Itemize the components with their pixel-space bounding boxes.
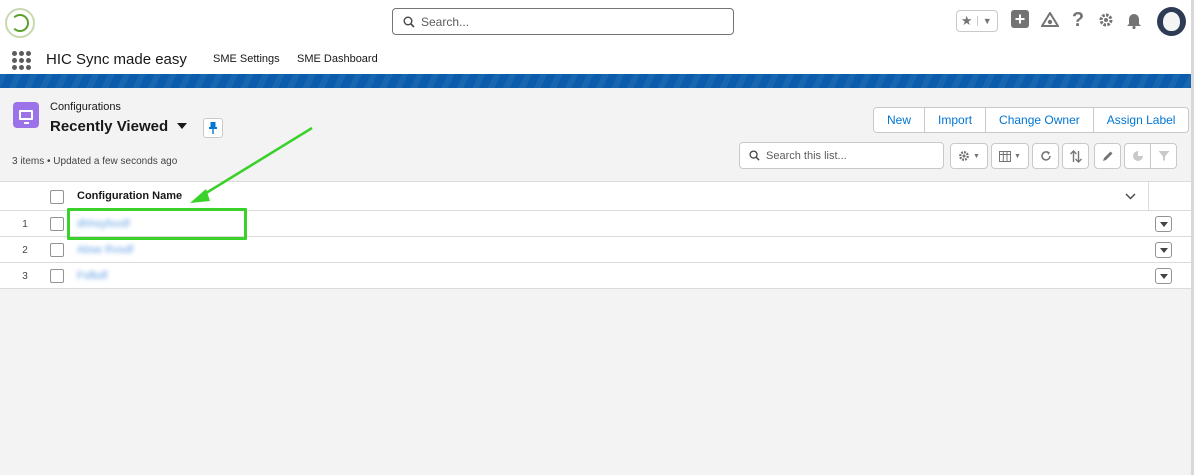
global-search-box[interactable]: Search... bbox=[392, 8, 734, 35]
chevron-down-icon: ▼ bbox=[976, 16, 998, 26]
list-meta-status: 3 items • Updated a few seconds ago bbox=[12, 156, 178, 167]
notifications-bell-icon[interactable] bbox=[1124, 10, 1144, 30]
global-search-placeholder: Search... bbox=[421, 14, 470, 29]
chevron-down-icon: ▼ bbox=[973, 152, 980, 160]
table-row: 3 Fsfbdf bbox=[0, 263, 1194, 289]
list-view-controls-button[interactable]: ▼ bbox=[950, 143, 988, 169]
annotation-highlight-box bbox=[67, 208, 247, 240]
row-checkbox[interactable] bbox=[50, 243, 64, 257]
search-icon bbox=[749, 150, 760, 161]
row-actions-button[interactable] bbox=[1155, 242, 1172, 258]
display-as-button[interactable]: ▼ bbox=[991, 143, 1029, 169]
object-label: Configurations bbox=[50, 101, 121, 113]
search-icon bbox=[403, 16, 415, 28]
list-search-input[interactable]: Search this list... bbox=[739, 142, 944, 169]
row-number: 1 bbox=[22, 219, 28, 230]
refresh-button[interactable] bbox=[1032, 143, 1059, 169]
edit-pencil-icon bbox=[1102, 151, 1112, 161]
table-icon bbox=[999, 150, 1012, 162]
filter-button[interactable] bbox=[1150, 143, 1177, 169]
charts-button[interactable] bbox=[1124, 143, 1151, 169]
row-actions-button[interactable] bbox=[1155, 268, 1172, 284]
table-row: 2 Abse Rvsdf bbox=[0, 237, 1194, 263]
avatar-image bbox=[1163, 12, 1180, 31]
add-icon[interactable] bbox=[1011, 10, 1029, 28]
assign-label-button[interactable]: Assign Label bbox=[1092, 108, 1189, 132]
list-search-placeholder: Search this list... bbox=[766, 149, 847, 162]
app-name: HIC Sync made easy bbox=[46, 51, 187, 68]
chevron-down-icon bbox=[1159, 247, 1168, 253]
trailhead-icon[interactable] bbox=[1040, 10, 1060, 30]
header-branding-stripe bbox=[0, 74, 1194, 88]
chevron-down-icon bbox=[1159, 273, 1168, 279]
new-button[interactable]: New bbox=[874, 108, 925, 132]
row-checkbox[interactable] bbox=[50, 269, 64, 283]
filter-icon bbox=[1158, 151, 1169, 161]
gear-icon bbox=[959, 151, 969, 161]
row-number: 2 bbox=[22, 245, 28, 256]
chevron-down-icon bbox=[1159, 221, 1168, 227]
chart-pie-icon bbox=[1132, 151, 1143, 161]
user-avatar[interactable] bbox=[1157, 7, 1186, 36]
app-navigation-bar: HIC Sync made easy SME Settings SME Dash… bbox=[0, 44, 1194, 74]
refresh-icon bbox=[1040, 151, 1051, 161]
import-button[interactable]: Import bbox=[924, 108, 986, 132]
company-logo[interactable] bbox=[5, 8, 35, 38]
column-divider bbox=[1148, 182, 1149, 211]
edit-list-button[interactable] bbox=[1094, 143, 1121, 169]
configuration-name-link[interactable]: Fsfbdf bbox=[77, 270, 108, 282]
row-actions-button[interactable] bbox=[1155, 216, 1172, 232]
nav-item-sme-dashboard[interactable]: SME Dashboard bbox=[297, 53, 378, 65]
nav-item-sme-settings[interactable]: SME Settings bbox=[213, 53, 280, 65]
sort-icon bbox=[1069, 149, 1082, 163]
setup-gear-icon[interactable] bbox=[1096, 10, 1116, 30]
change-owner-button[interactable]: Change Owner bbox=[985, 108, 1093, 132]
help-icon[interactable]: ? bbox=[1070, 9, 1086, 31]
sort-button[interactable] bbox=[1062, 143, 1089, 169]
annotation-arrow-icon bbox=[190, 126, 313, 203]
select-all-checkbox[interactable] bbox=[50, 190, 64, 204]
list-view-name[interactable]: Recently Viewed bbox=[50, 118, 168, 135]
row-number: 3 bbox=[22, 271, 28, 282]
configuration-name-link[interactable]: Abse Rvsdf bbox=[77, 244, 133, 256]
row-checkbox[interactable] bbox=[50, 217, 64, 231]
global-header: Search... ★ ▼ ? bbox=[0, 0, 1194, 44]
column-header-configuration-name[interactable]: Configuration Name bbox=[77, 190, 182, 202]
chevron-down-icon: ▼ bbox=[1014, 152, 1021, 160]
column-actions-chevron-icon[interactable] bbox=[1125, 189, 1136, 203]
favorites-button[interactable]: ★ ▼ bbox=[956, 10, 998, 32]
list-actions-button-group: New Import Change Owner Assign Label bbox=[873, 107, 1190, 133]
app-launcher-icon[interactable] bbox=[12, 51, 31, 70]
configurations-object-icon bbox=[13, 102, 39, 128]
favorites-star-icon: ★ bbox=[960, 13, 973, 28]
